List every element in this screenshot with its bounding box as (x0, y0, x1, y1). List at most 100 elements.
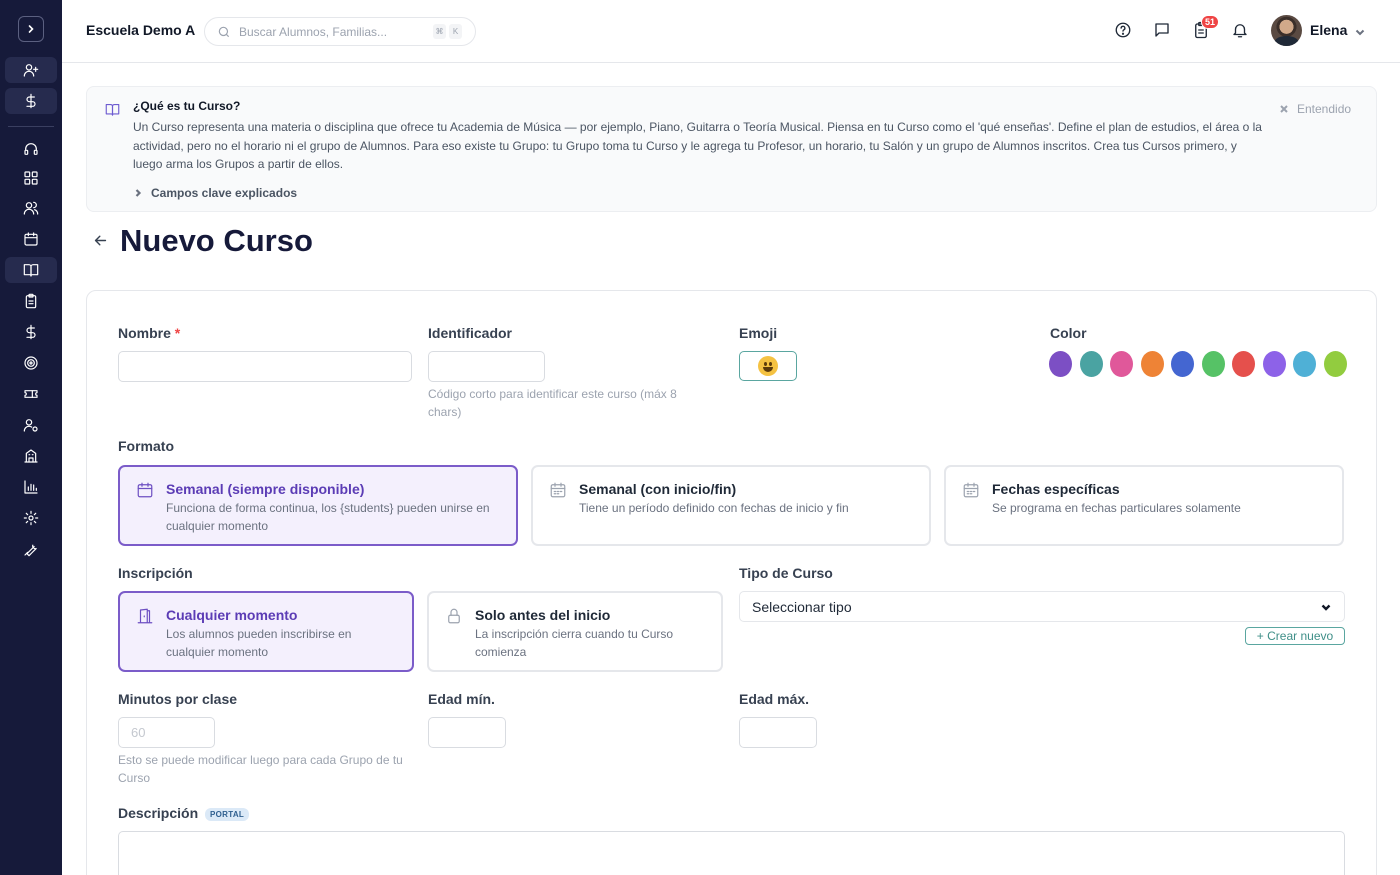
color-swatch[interactable] (1293, 351, 1316, 377)
book-icon (23, 264, 39, 277)
sidebar-item-billing[interactable] (5, 319, 57, 345)
info-banner: ¿Qué es tu Curso? Un Curso representa un… (86, 86, 1377, 212)
chevron-right-icon (135, 189, 142, 197)
sidebar-item-goals[interactable] (5, 350, 57, 376)
target-icon (24, 356, 38, 370)
sidebar-item-tools[interactable] (5, 536, 57, 562)
notifications-button[interactable] (1231, 21, 1251, 41)
sidebar-item-students[interactable] (5, 195, 57, 221)
sidebar-item-locations[interactable] (5, 443, 57, 469)
enrollment-option-anytime[interactable]: Cualquier momento Los alumnos pueden ins… (118, 591, 414, 672)
sidebar-item-courses[interactable] (5, 257, 57, 283)
color-label: Color (1050, 325, 1087, 341)
color-swatch[interactable] (1079, 351, 1103, 377)
option-title: Semanal (siempre disponible) (166, 481, 365, 497)
required-mark: * (174, 325, 181, 341)
max-age-input[interactable] (739, 717, 817, 748)
banner-dismiss-button[interactable]: Entendido (1279, 102, 1351, 116)
description-textarea[interactable] (118, 831, 1345, 875)
name-label-text: Nombre (118, 325, 171, 341)
format-option-weekly-always[interactable]: Semanal (siempre disponible) Funciona de… (118, 465, 518, 546)
course-type-select[interactable]: Seleccionar tipo (739, 591, 1345, 622)
banner-text: Un Curso representa una materia o discip… (133, 120, 1262, 171)
sidebar-item-dashboard[interactable] (5, 165, 57, 191)
minutes-label: Minutos por clase (118, 691, 238, 707)
school-name: Escuela Demo A (86, 22, 196, 38)
wrench-icon (24, 544, 37, 557)
help-button[interactable] (1114, 21, 1134, 41)
option-title: Semanal (con inicio/fin) (579, 481, 737, 497)
format-option-weekly-range[interactable]: Semanal (con inicio/fin) Tiene un períod… (531, 465, 931, 546)
chevron-down-icon (1355, 29, 1365, 36)
search-shortcut: ⌘ K (433, 24, 465, 39)
name-input[interactable] (118, 351, 412, 382)
option-desc: La inscripción cierra cuando tu Curso co… (475, 627, 674, 659)
chevron-right-icon (28, 25, 34, 33)
sidebar (0, 0, 62, 875)
calendar-icon (24, 232, 38, 246)
enrollment-option-before-start[interactable]: Solo antes del inicio La inscripción cie… (427, 591, 723, 672)
sidebar-item-tickets[interactable] (5, 381, 57, 407)
identifier-label: Identificador (428, 325, 513, 341)
sidebar-item-calendar[interactable] (5, 226, 57, 252)
search-placeholder: Buscar Alumnos, Familias... (239, 24, 388, 39)
color-swatch[interactable] (1232, 351, 1255, 377)
identifier-input[interactable] (428, 351, 545, 382)
create-course-type-button[interactable]: + Crear nuevo (1245, 627, 1345, 645)
user-gear-icon (23, 419, 38, 432)
shortcut-key-cmd: ⌘ (433, 24, 446, 39)
door-open-icon (136, 607, 154, 630)
tasks-count-badge: 51 (1201, 15, 1220, 29)
option-title: Fechas específicas (992, 481, 1120, 497)
emoji-picker-button[interactable] (739, 351, 797, 381)
color-swatch[interactable] (1171, 351, 1194, 377)
color-swatch[interactable] (1323, 351, 1347, 377)
avatar[interactable] (1271, 15, 1302, 46)
grid-icon (24, 171, 38, 185)
color-swatch[interactable] (1201, 351, 1225, 377)
color-swatch[interactable] (1049, 351, 1072, 377)
user-name[interactable]: Elena (1310, 22, 1347, 38)
enrollment-label: Inscripción (118, 565, 193, 581)
option-title: Solo antes del inicio (475, 607, 611, 623)
help-circle-icon (1115, 22, 1131, 38)
search-input[interactable]: Buscar Alumnos, Familias... ⌘ K (204, 17, 476, 46)
color-swatch[interactable] (1140, 351, 1164, 377)
color-swatch[interactable] (1262, 351, 1286, 377)
sidebar-item-payment[interactable] (5, 88, 57, 114)
message-square-icon (1155, 23, 1169, 37)
min-age-label: Edad mín. (428, 691, 495, 707)
color-swatch[interactable] (1110, 351, 1133, 377)
sidebar-item-attendance[interactable] (5, 288, 57, 314)
banner-expand-label: Campos clave explicados (151, 186, 298, 200)
format-option-specific-dates[interactable]: Fechas específicas Se programa en fechas… (944, 465, 1344, 546)
sidebar-item-reports[interactable] (5, 474, 57, 500)
chart-icon (24, 480, 38, 494)
ticket-icon (24, 390, 38, 398)
banner-expand-toggle[interactable]: Campos clave explicados (133, 186, 297, 200)
lock-icon (445, 607, 463, 630)
sidebar-toggle-button[interactable] (18, 16, 44, 42)
shortcut-key-k: K (449, 24, 462, 39)
back-button[interactable] (92, 232, 109, 254)
messages-button[interactable] (1153, 21, 1173, 41)
users-icon (23, 201, 39, 215)
gear-icon (23, 510, 39, 526)
sidebar-item-support[interactable] (5, 136, 57, 162)
course-type-value: Seleccionar tipo (752, 598, 852, 615)
minutes-hint: Esto se puede modificar luego para cada … (118, 753, 403, 785)
search-icon (218, 26, 230, 37)
calendar-icon (549, 481, 567, 504)
min-age-input[interactable] (428, 717, 506, 748)
chevron-down-icon (1321, 604, 1331, 611)
user-menu-toggle[interactable] (1354, 25, 1366, 43)
minutes-input[interactable]: 60 (118, 717, 215, 748)
dollar-icon (26, 324, 36, 340)
sidebar-item-settings[interactable] (5, 505, 57, 531)
identifier-hint: Código corto para identificar este curso… (428, 387, 677, 419)
sidebar-item-staff[interactable] (5, 412, 57, 438)
max-age-label: Edad máx. (739, 691, 810, 707)
banner-dismiss-label: Entendido (1297, 102, 1352, 116)
option-desc: Se programa en fechas particulares solam… (992, 501, 1241, 515)
sidebar-item-add-student[interactable] (5, 57, 57, 83)
